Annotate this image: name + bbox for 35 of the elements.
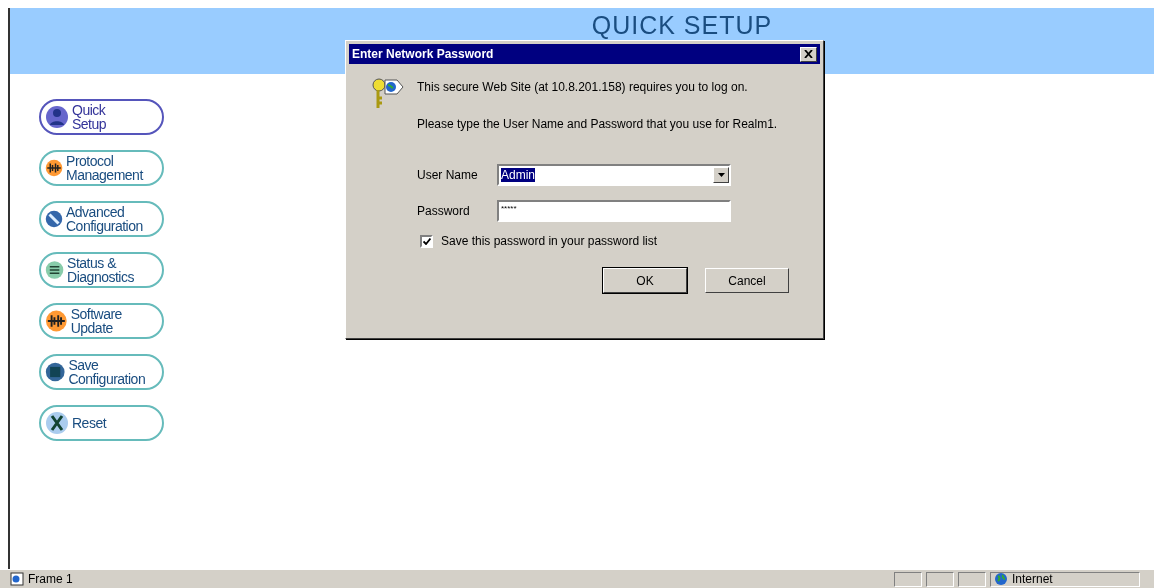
nav-button[interactable]: Reset [39, 405, 164, 441]
field-label: User Name [417, 168, 479, 182]
dropdown-button[interactable] [713, 167, 729, 183]
nav-button[interactable]: Quick Setup [39, 99, 164, 135]
field-label: Password [417, 204, 471, 218]
checkbox-label: Save this password in your password list [441, 234, 658, 248]
status-pane [894, 571, 922, 587]
waveform-icon [45, 309, 68, 333]
status-pane [958, 571, 986, 587]
person-icon [45, 105, 69, 129]
check-icon [422, 237, 431, 245]
disk-icon [45, 360, 66, 384]
status-pane [926, 571, 954, 587]
dialog-button[interactable]: OK [603, 268, 687, 293]
password-field[interactable]: ***** [497, 200, 731, 222]
checkbox[interactable] [420, 234, 433, 248]
dialog-title: Enter Network Password [352, 47, 494, 61]
dialog-button[interactable]: Cancel [705, 268, 789, 293]
zone-text: Internet [1012, 572, 1053, 586]
caret-icon [717, 173, 725, 177]
globe-icon [994, 572, 1008, 586]
list-icon [45, 258, 65, 282]
message-text: This secure Web Site (at 10.8.201.158) requires you to log on. [417, 80, 749, 94]
page-title: QUICK SETUP [591, 12, 773, 38]
nav-button[interactable]: Save Configuration [39, 354, 164, 390]
nav-button[interactable]: Status & Diagnostics [39, 252, 164, 288]
status-text: Frame 1 [28, 572, 74, 586]
cross-icon [45, 411, 69, 435]
close-icon [804, 50, 813, 58]
nav-button[interactable]: Software Update [39, 303, 164, 339]
prompt-text: Please type the User Name and Password that you use for Realm1. [417, 117, 779, 131]
nav-button[interactable]: Advanced Configuration [39, 201, 164, 237]
user-name-combo[interactable]: Admin [497, 164, 731, 186]
close-button[interactable] [800, 46, 817, 62]
nav-button[interactable]: Protocol Management [39, 150, 164, 186]
